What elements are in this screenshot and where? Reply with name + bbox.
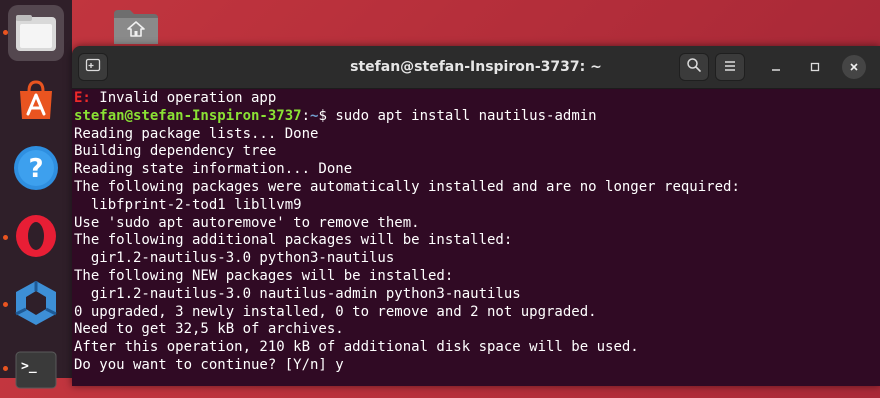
output-line: Reading package lists... Done	[74, 125, 319, 142]
terminal-window[interactable]: stefan@stefan-Inspiron-3737: ~ E: Invali…	[72, 46, 880, 386]
close-icon	[848, 58, 860, 77]
output-line: Need to get 32,5 kB of archives.	[74, 321, 344, 338]
output-line: After this operation, 210 kB of addition…	[74, 339, 639, 356]
output-line: Use 'sudo apt autoremove' to remove them…	[74, 214, 420, 231]
prompt-user-host: stefan@stefan-Inspiron-3737	[74, 107, 302, 124]
opera-icon[interactable]	[8, 208, 64, 264]
output-line: The following packages were automaticall…	[74, 178, 740, 195]
error-line: E: Invalid operation app	[74, 90, 880, 108]
terminal-output[interactable]: E: Invalid operation app stefan@stefan-I…	[74, 88, 880, 386]
minimize-icon	[770, 58, 782, 77]
output-line: 0 upgraded, 3 newly installed, 0 to remo…	[74, 303, 597, 320]
help-icon[interactable]: ?	[8, 140, 64, 196]
maximize-icon	[809, 58, 821, 77]
output-line: Reading state information... Done	[74, 161, 353, 178]
prompt-command: sudo apt install nautilus-admin	[326, 107, 597, 124]
titlebar[interactable]: stefan@stefan-Inspiron-3737: ~	[72, 46, 880, 89]
error-text: Invalid operation app	[90, 90, 277, 106]
terminal-icon[interactable]: >_	[8, 342, 64, 398]
output-line: libfprint-2-tod1 libllvm9	[74, 196, 302, 213]
output-line: Building dependency tree	[74, 143, 277, 160]
close-button[interactable]	[842, 55, 866, 79]
search-button[interactable]	[679, 53, 709, 81]
prompt-symbol: $	[318, 107, 327, 124]
output-line: gir1.2-nautilus-3.0 nautilus-admin pytho…	[74, 285, 521, 302]
output-line: Do you want to continue? [Y/n] y	[74, 356, 344, 373]
prompt-line: stefan@stefan-Inspiron-3737:~$ sudo apt …	[74, 108, 880, 126]
dock: ? >_	[0, 0, 72, 389]
hamburger-menu-icon	[723, 58, 737, 77]
svg-text:>_: >_	[21, 359, 37, 374]
maximize-button[interactable]	[803, 55, 827, 79]
output-line: The following NEW packages will be insta…	[74, 267, 454, 284]
error-prefix: E:	[74, 90, 91, 106]
prompt-separator: :	[301, 107, 311, 124]
output-line: The following additional packages will b…	[74, 232, 513, 249]
home-folder-icon[interactable]	[112, 4, 160, 48]
app-icon[interactable]	[8, 275, 64, 331]
window-title: stefan@stefan-Inspiron-3737: ~	[350, 59, 602, 75]
menu-button[interactable]	[715, 53, 745, 81]
minimize-button[interactable]	[764, 55, 788, 79]
svg-text:?: ?	[28, 154, 43, 184]
output-line: gir1.2-nautilus-3.0 python3-nautilus	[74, 250, 395, 267]
new-tab-icon	[85, 57, 101, 77]
new-tab-button[interactable]	[78, 53, 108, 81]
search-icon	[686, 57, 702, 77]
software-icon[interactable]	[8, 73, 64, 129]
files-icon[interactable]	[8, 5, 64, 61]
